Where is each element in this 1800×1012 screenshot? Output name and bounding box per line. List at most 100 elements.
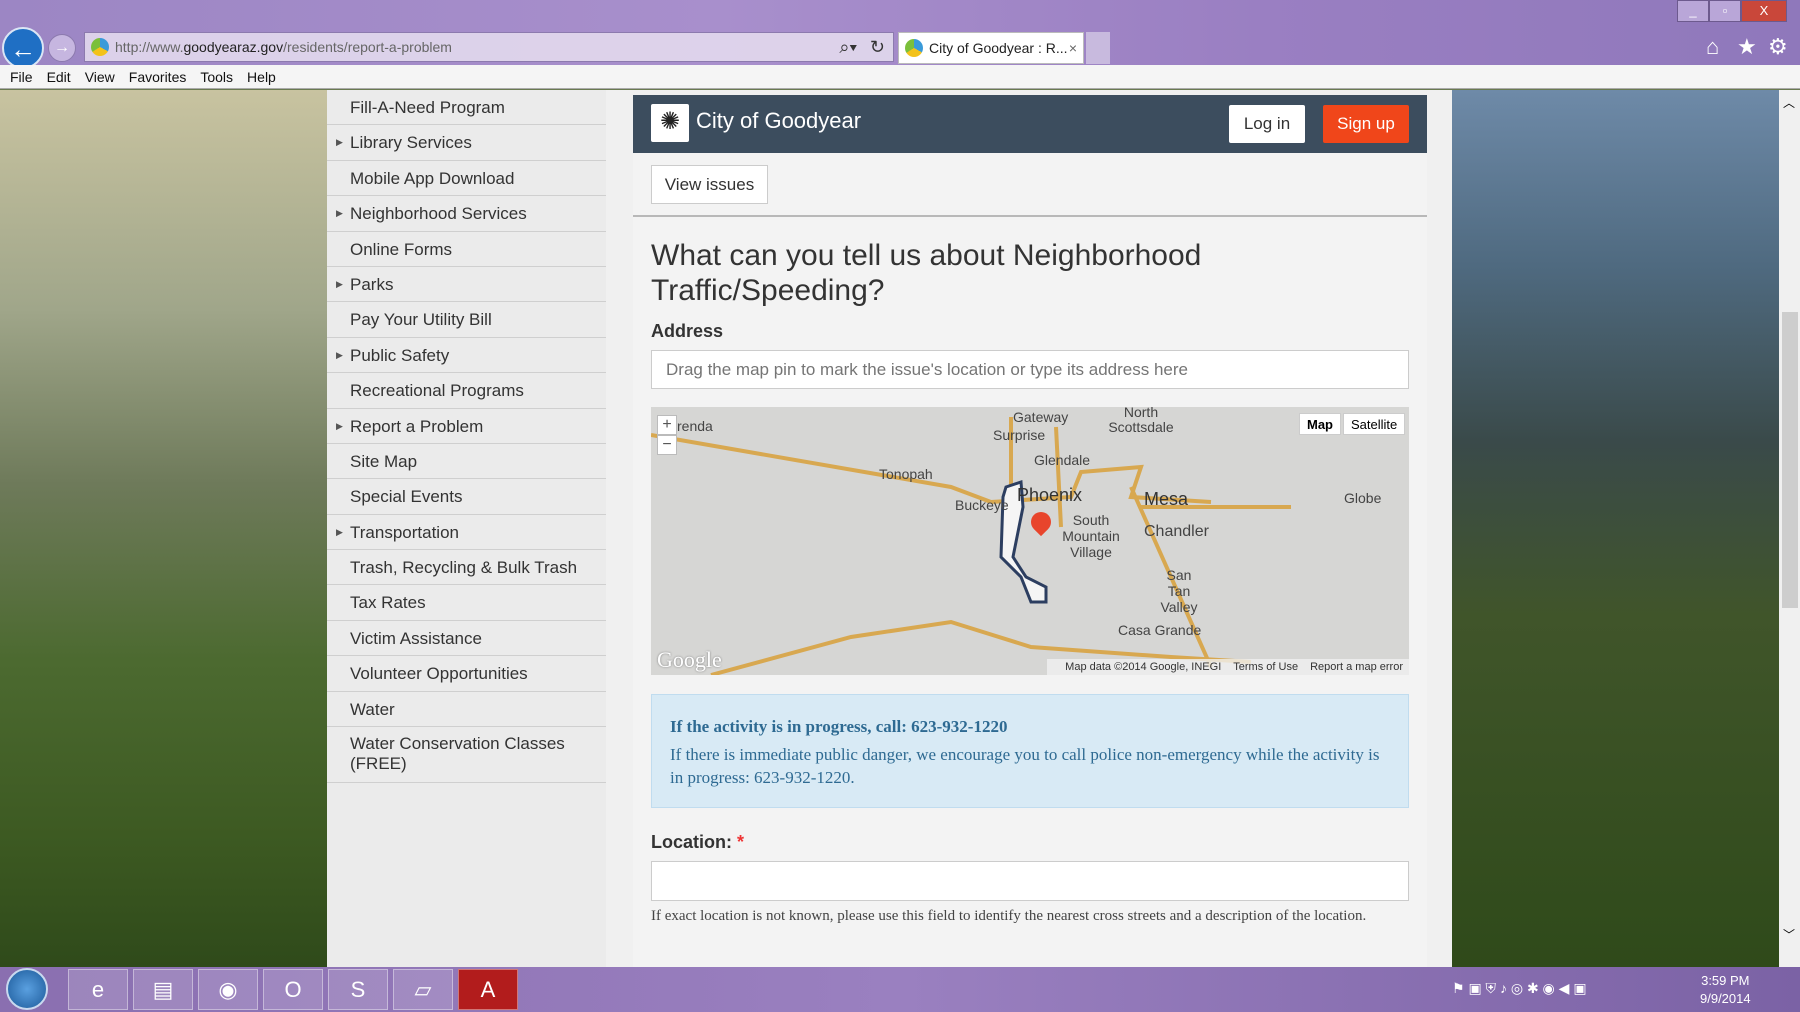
snagit-icon[interactable]: S [328,969,388,1010]
sidebar-item[interactable]: Volunteer Opportunities [327,656,606,692]
tab-favicon-icon [905,39,923,57]
file-explorer-icon[interactable]: ▤ [133,969,193,1010]
sidebar-item[interactable]: Site Map [327,444,606,480]
scrollbar-thumb[interactable] [1782,312,1798,608]
sidebar-item-label: Water Conservation Classes (FREE) [350,734,565,774]
clock-date: 9/9/2014 [1700,991,1751,1006]
favorites-star-icon[interactable]: ★ [1737,34,1757,60]
url-path: /residents/report-a-problem [283,39,452,55]
close-window-button[interactable]: X [1741,0,1787,22]
map-label: Tonopah [879,466,933,482]
menu-file[interactable]: File [10,69,33,85]
view-issues-button[interactable]: View issues [651,165,768,204]
sidebar-item[interactable]: Trash, Recycling & Bulk Trash [327,550,606,586]
settings-gear-icon[interactable]: ⚙ [1768,34,1788,60]
menu-help[interactable]: Help [247,69,276,85]
expand-arrow-icon[interactable]: ▶ [336,338,343,373]
location-input[interactable] [651,861,1409,901]
location-label-text: Location: [651,832,732,852]
map-roads [651,417,1291,675]
sidebar-item[interactable]: ▶ Report a Problem [327,409,606,444]
map-label: Glendale [1034,452,1091,468]
sidebar-item-label: Fill-A-Need Program [350,98,505,117]
start-button[interactable] [6,968,48,1010]
address-input[interactable] [651,350,1409,389]
sidebar-item[interactable]: Fill-A-Need Program [327,90,606,126]
sidebar-item[interactable]: Recreational Programs [327,373,606,409]
browser-tab[interactable]: City of Goodyear : R... × [898,32,1084,64]
forward-button[interactable]: → [48,34,76,62]
system-clock[interactable]: 3:59 PM 9/9/2014 [1700,972,1751,1008]
new-tab-button[interactable] [1086,32,1110,64]
brand-name[interactable]: City of Goodyear [696,108,861,134]
expand-arrow-icon[interactable]: ▶ [336,409,343,444]
sidebar-item[interactable]: ▶ Neighborhood Services [327,196,606,232]
refresh-icon[interactable]: ↻ [870,33,885,61]
address-bar[interactable]: http://www.goodyearaz.gov/residents/repo… [84,32,894,62]
map-label: Phoenix [1017,485,1083,505]
chrome-icon[interactable]: ◉ [198,969,258,1010]
sidebar-item[interactable]: Special Events [327,479,606,515]
sidebar-item[interactable]: ▶ Transportation [327,515,606,551]
map[interactable]: renda Gateway North Scottsdale Surprise … [651,407,1409,675]
outlook-icon[interactable]: O [263,969,323,1010]
internet-explorer-icon[interactable]: e [68,969,128,1010]
zoom-in-button[interactable]: + [657,415,677,435]
home-icon[interactable]: ⌂ [1706,34,1719,60]
map-label: San Tan Valley [1160,567,1198,615]
sidebar-item-label: Victim Assistance [350,628,482,648]
sidebar-item[interactable]: Water [327,692,606,728]
sidebar-nav: Fill-A-Need Program ▶ Library Services Mobi… [327,90,606,967]
map-type-satellite-button[interactable]: Satellite [1343,413,1406,435]
goodyear-logo: ✺ [651,104,689,142]
scroll-down-icon[interactable]: ﹀ [1783,926,1795,943]
sidebar-item[interactable]: ▶ Parks [327,267,606,303]
terms-link[interactable]: Terms of Use [1233,661,1298,673]
tab-close-icon[interactable]: × [1069,33,1077,63]
expand-arrow-icon[interactable]: ▶ [336,196,343,231]
site-favicon-icon [91,38,109,56]
sidebar-item[interactable]: ▶ Public Safety [327,338,606,374]
expand-arrow-icon[interactable]: ▶ [336,515,343,550]
sidebar-item[interactable]: ▶ Library Services [327,125,606,161]
map-label: Buckeye [955,497,1009,513]
map-data-text: Map data ©2014 Google, INEGI [1065,661,1222,673]
sidebar-item[interactable]: Mobile App Download [327,161,606,197]
minimize-button[interactable]: _ [1677,0,1709,22]
tray-icons[interactable]: ⚑ ▣ ⛨ ♪ ◎ ✱ ◉ ◀ ▣ [1452,980,1587,997]
report-map-error-link[interactable]: Report a map error [1310,661,1403,673]
sidebar-item[interactable]: Tax Rates [327,585,606,621]
sidebar-item-label: Report a Problem [350,416,484,436]
map-label: North Scottsdale [1108,407,1174,435]
map-type-map-button[interactable]: Map [1299,413,1341,435]
signup-button[interactable]: Sign up [1323,105,1409,143]
sidebar-item-label: Special Events [350,487,463,507]
sidebar-item[interactable]: Victim Assistance [327,621,606,657]
location-help-text: If exact location is not known, please u… [651,908,1367,924]
sidebar-item-label: Neighborhood Services [350,204,527,224]
login-button[interactable]: Log in [1229,105,1305,143]
map-label: Gateway [1013,409,1069,425]
map-label: renda [677,418,713,434]
menu-favorites[interactable]: Favorites [129,69,187,85]
search-icon[interactable]: ⌕▾ [839,33,857,61]
sidebar-item[interactable]: Online Forms [327,232,606,267]
expand-arrow-icon[interactable]: ▶ [336,125,343,160]
alert-title: If the activity is in progress, call: 62… [670,717,1008,736]
menu-view[interactable]: View [85,69,115,85]
app-icon[interactable]: ▱ [393,969,453,1010]
sidebar-item[interactable]: Water Conservation Classes (FREE) [327,727,606,784]
sidebar-item-label: Transportation [350,522,459,542]
acrobat-icon[interactable]: A [458,969,518,1010]
menu-edit[interactable]: Edit [47,69,71,85]
divider [633,215,1427,217]
sidebar-item[interactable]: Pay Your Utility Bill [327,302,606,338]
sidebar-item-label: Tax Rates [350,593,426,613]
required-mark: * [737,832,745,852]
expand-arrow-icon[interactable]: ▶ [336,267,343,302]
zoom-out-button[interactable]: − [657,435,677,455]
restore-button[interactable]: ▫ [1709,0,1741,22]
menu-tools[interactable]: Tools [200,69,233,85]
back-button[interactable]: ← [2,27,44,69]
scroll-up-icon[interactable]: ︿ [1783,94,1795,111]
